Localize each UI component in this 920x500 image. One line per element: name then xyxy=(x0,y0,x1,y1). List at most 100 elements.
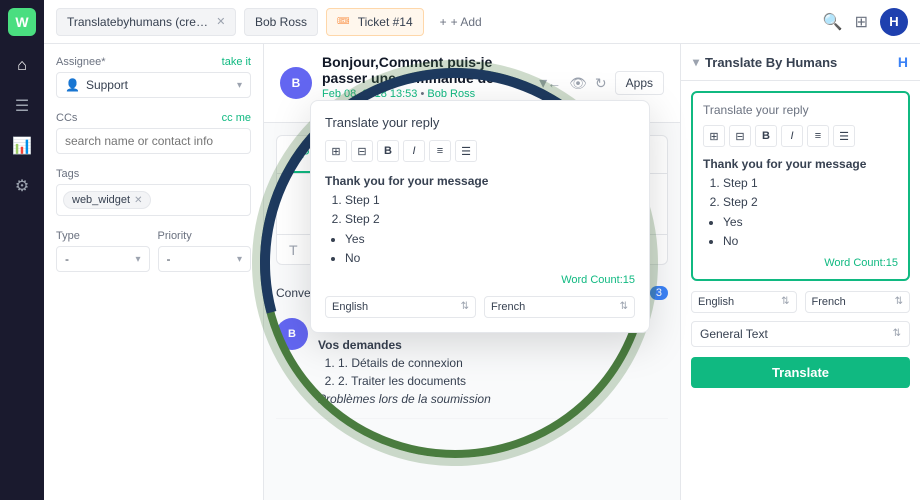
search-icon[interactable]: 🔍 xyxy=(823,12,843,32)
right-panel: ▾ Translate By Humans H Translate your r… xyxy=(680,44,920,500)
tab-ticket14[interactable]: 🎟 Ticket #14 xyxy=(326,8,424,36)
eye-icon[interactable]: 👁 xyxy=(569,75,587,92)
list-item: 2. Traiter les documents xyxy=(338,372,668,390)
assignee-section: Assignee* take it 👤 Support ▾ xyxy=(56,56,251,98)
language-selects: English ⇅ French ⇅ xyxy=(681,291,920,313)
app-logo[interactable]: W xyxy=(8,8,36,36)
popup-list-button[interactable]: ≡ xyxy=(429,140,451,162)
popup-title: Translate your reply xyxy=(325,115,635,130)
tab-translatebyhumans[interactable]: Translatebyhumans (create) ✕ xyxy=(56,8,236,36)
apps-button[interactable]: Apps xyxy=(615,71,664,95)
grid-icon[interactable]: ⊞ xyxy=(855,12,868,32)
popup-bullet-item: Yes xyxy=(345,230,635,249)
table-icon[interactable]: ⊞ xyxy=(703,125,725,147)
priority-select[interactable]: - ▾ xyxy=(158,246,252,272)
priority-section: Priority - ▾ xyxy=(158,230,252,272)
type-select[interactable]: - ▾ xyxy=(56,246,150,272)
table2-icon[interactable]: ⊟ xyxy=(729,125,751,147)
back-icon[interactable]: ← xyxy=(547,75,561,91)
tab-label: Ticket #14 xyxy=(358,15,413,29)
type-label: Type xyxy=(56,230,150,242)
add-icon: + xyxy=(440,15,447,29)
popup-table2-icon[interactable]: ⊟ xyxy=(351,140,373,162)
tab-label: Translatebyhumans (create) xyxy=(67,15,208,29)
ticket-dropdown-icon[interactable]: ▾ xyxy=(539,73,547,93)
add-label: + Add xyxy=(451,15,482,29)
translate-list: Step 1 Step 2 xyxy=(703,174,898,212)
topbar-right: 🔍 ⊞ H xyxy=(823,8,908,36)
priority-chevron-icon: ▾ xyxy=(237,254,242,265)
popup-lang-to-chevron: ⇅ xyxy=(620,301,628,312)
translate-box: Translate your reply ⊞ ⊟ B I ≡ ☰ Thank y… xyxy=(691,91,910,281)
tag-remove-icon[interactable]: ✕ xyxy=(134,195,142,206)
type-priority-section: Type - ▾ Priority - ▾ xyxy=(56,230,251,272)
tag-web-widget: web_widget ✕ xyxy=(63,191,151,209)
source-lang-select[interactable]: English ⇅ xyxy=(691,291,797,313)
message-text: Vos demandes 1. Détails de connexion 2. … xyxy=(318,336,668,408)
popup-bold-button[interactable]: B xyxy=(377,140,399,162)
list-button[interactable]: ≡ xyxy=(807,125,829,147)
popup-toolbar: ⊞ ⊟ B I ≡ ☰ xyxy=(325,140,635,162)
tab-close-icon[interactable]: ✕ xyxy=(216,15,225,28)
ccs-label: CCs cc me xyxy=(56,112,251,124)
text-format-icon[interactable]: T xyxy=(289,242,298,258)
top-bar: Translatebyhumans (create) ✕ Bob Ross 🎟 … xyxy=(44,0,920,44)
panel-brand-icon: H xyxy=(898,54,908,70)
translate-toolbar: ⊞ ⊟ B I ≡ ☰ xyxy=(703,125,898,147)
ticket-header-right: ← 👁 ↻ Apps xyxy=(547,71,664,95)
panel-header-left: ▾ Translate By Humans xyxy=(693,55,837,70)
nav-inbox-icon[interactable]: ☰ xyxy=(4,88,40,124)
translate-box-title: Translate your reply xyxy=(703,103,898,117)
translate-button[interactable]: Translate xyxy=(691,357,910,388)
tab-label: Bob Ross xyxy=(255,15,307,29)
user-avatar[interactable]: H xyxy=(880,8,908,36)
nav-settings-icon[interactable]: ⚙ xyxy=(4,168,40,204)
message-avatar: B xyxy=(276,318,308,350)
priority-label: Priority xyxy=(158,230,252,242)
bullet-item: No xyxy=(723,232,898,251)
tags-label: Tags xyxy=(56,168,251,180)
translate-content: Thank you for your message Step 1 Step 2… xyxy=(703,155,898,251)
bold-button[interactable]: B xyxy=(755,125,777,147)
popup-ordered-list-button[interactable]: ☰ xyxy=(455,140,477,162)
panel-collapse-icon[interactable]: ▾ xyxy=(693,55,699,69)
add-tab-button[interactable]: + + Add xyxy=(432,11,490,33)
italic-button[interactable]: I xyxy=(781,125,803,147)
tags-container[interactable]: web_widget ✕ xyxy=(56,184,251,216)
forward-icon[interactable]: ↻ xyxy=(595,75,607,92)
ordered-list-button[interactable]: ☰ xyxy=(833,125,855,147)
sidebar: Assignee* take it 👤 Support ▾ CCs xyxy=(44,44,264,500)
chevron-down-icon: ▾ xyxy=(237,80,242,91)
popup-word-count: Word Count:15 xyxy=(325,274,635,286)
lang-from-chevron: ⇅ xyxy=(781,296,789,307)
popup-bullets: Yes No xyxy=(325,230,635,268)
translate-popup: Translate your reply ⊞ ⊟ B I ≡ ☰ Thank y… xyxy=(310,100,650,333)
tags-section: Tags web_widget ✕ xyxy=(56,168,251,216)
ccs-input[interactable] xyxy=(56,128,251,154)
popup-lang-from-chevron: ⇅ xyxy=(461,301,469,312)
popup-bullet-item: No xyxy=(345,249,635,268)
conv-count-badge: 3 xyxy=(650,286,668,300)
popup-target-lang[interactable]: French ⇅ xyxy=(484,296,635,318)
word-count: Word Count:15 xyxy=(703,257,898,269)
popup-table-icon[interactable]: ⊞ xyxy=(325,140,347,162)
nav-home-icon[interactable]: ⌂ xyxy=(4,48,40,84)
panel-header: ▾ Translate By Humans H xyxy=(681,44,920,81)
popup-content: Thank you for your message Step 1 Step 2… xyxy=(325,172,635,268)
nav-reports-icon[interactable]: 📊 xyxy=(4,128,40,164)
person-icon: 👤 xyxy=(65,78,80,92)
target-lang-select[interactable]: French ⇅ xyxy=(805,291,911,313)
tab-bobross[interactable]: Bob Ross xyxy=(244,8,318,36)
type-chevron-icon: ▾ xyxy=(135,254,140,265)
assignee-select[interactable]: 👤 Support ▾ xyxy=(56,72,251,98)
popup-list-item: Step 1 xyxy=(345,191,635,210)
list-item: 1. Détails de connexion xyxy=(338,354,668,372)
text-type-select[interactable]: General Text ⇅ xyxy=(691,321,910,347)
popup-italic-button[interactable]: I xyxy=(403,140,425,162)
take-it-link[interactable]: take it xyxy=(222,56,251,68)
ticket-title: Bonjour,Comment puis-je passer une comma… xyxy=(322,54,529,86)
ccs-section: CCs cc me xyxy=(56,112,251,154)
cc-me-link[interactable]: cc me xyxy=(222,112,251,124)
ticket-avatar: B xyxy=(280,67,312,99)
popup-source-lang[interactable]: English ⇅ xyxy=(325,296,476,318)
